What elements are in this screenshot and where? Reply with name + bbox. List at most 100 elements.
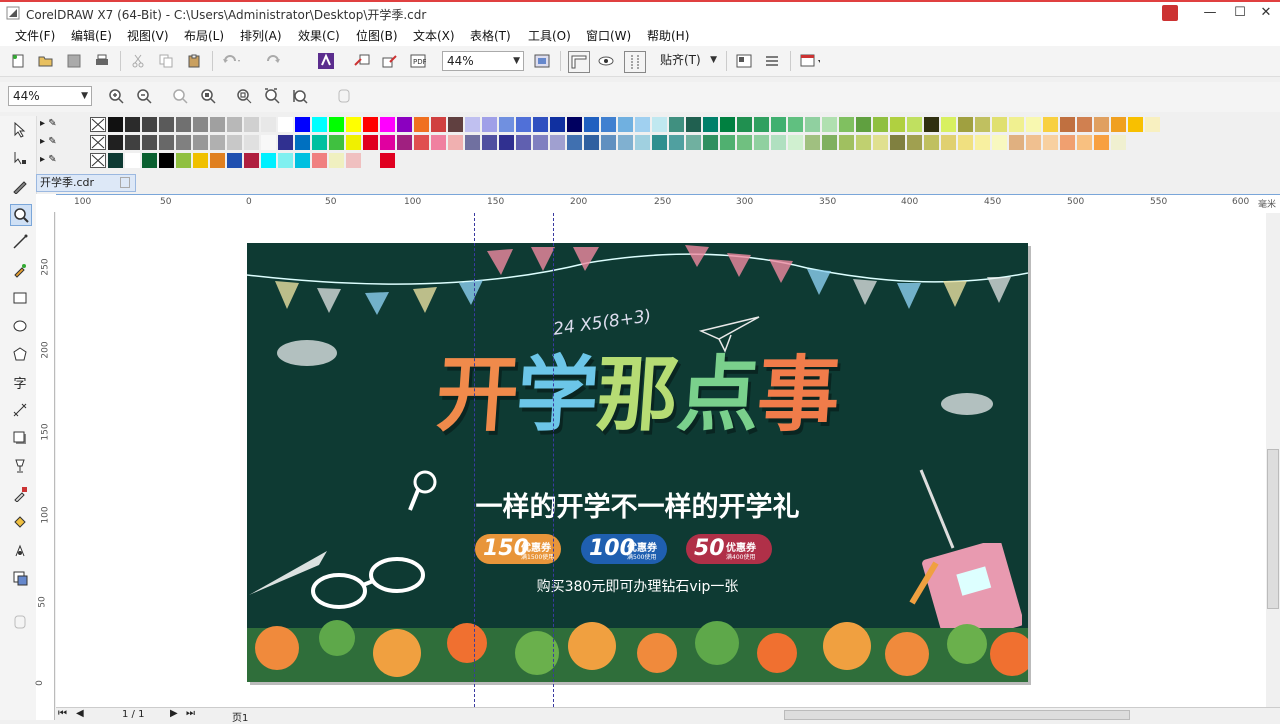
color-swatch[interactable] <box>176 135 192 150</box>
crop-tool[interactable] <box>10 176 30 196</box>
menu-bitmaps[interactable]: 位图(B) <box>356 27 398 44</box>
show-rulers-button[interactable] <box>568 51 590 73</box>
color-swatch[interactable] <box>907 117 923 132</box>
color-swatch[interactable] <box>227 153 243 168</box>
color-swatch[interactable] <box>397 135 413 150</box>
color-swatch[interactable] <box>108 135 124 150</box>
color-swatch[interactable] <box>941 135 957 150</box>
publish-pdf-button[interactable]: PDF <box>408 51 428 71</box>
color-swatch[interactable] <box>329 135 345 150</box>
menu-arrange[interactable]: 排列(A) <box>240 27 282 44</box>
color-swatch[interactable] <box>448 135 464 150</box>
color-swatch[interactable] <box>1077 117 1093 132</box>
color-eyedropper-tool[interactable] <box>10 484 30 504</box>
color-swatch[interactable] <box>244 135 260 150</box>
menu-file[interactable]: 文件(F) <box>15 27 55 44</box>
color-swatch[interactable] <box>482 135 498 150</box>
color-swatch[interactable] <box>261 117 277 132</box>
no-color-swatch[interactable] <box>90 117 106 132</box>
menu-layout[interactable]: 布局(L) <box>184 27 224 44</box>
color-swatch[interactable] <box>482 117 498 132</box>
menu-effects[interactable]: 效果(C) <box>298 27 340 44</box>
last-page-icon[interactable]: ⏭ <box>186 708 195 719</box>
color-swatch[interactable] <box>499 117 515 132</box>
color-swatch[interactable] <box>839 135 855 150</box>
color-swatch[interactable] <box>363 135 379 150</box>
undo-button[interactable] <box>222 51 242 71</box>
color-swatch[interactable] <box>210 117 226 132</box>
color-swatch[interactable] <box>380 153 396 168</box>
smart-fill-tool[interactable] <box>10 540 30 560</box>
color-swatch[interactable] <box>1026 117 1042 132</box>
color-swatch[interactable] <box>788 117 804 132</box>
paste-button[interactable] <box>184 51 204 71</box>
color-swatch[interactable] <box>516 135 532 150</box>
color-swatch[interactable] <box>499 135 515 150</box>
color-swatch[interactable] <box>873 117 889 132</box>
toolbox-grip[interactable] <box>10 612 30 632</box>
color-swatch[interactable] <box>227 117 243 132</box>
color-swatch[interactable] <box>312 117 328 132</box>
polygon-tool[interactable] <box>10 344 30 364</box>
color-swatch[interactable] <box>244 153 260 168</box>
palette-menu-icon[interactable]: ▸ ✎ <box>40 136 57 147</box>
panning-toolbar-grip[interactable] <box>334 86 354 106</box>
color-swatch[interactable] <box>312 153 328 168</box>
color-swatch[interactable] <box>788 135 804 150</box>
color-swatch[interactable] <box>822 135 838 150</box>
save-button[interactable] <box>64 51 84 71</box>
color-swatch[interactable] <box>1043 135 1059 150</box>
color-swatch[interactable] <box>1009 135 1025 150</box>
color-swatch[interactable] <box>1060 117 1076 132</box>
color-swatch[interactable] <box>431 117 447 132</box>
color-swatch[interactable] <box>159 153 175 168</box>
horizontal-scrollbar[interactable] <box>784 710 1130 720</box>
color-swatch[interactable] <box>380 135 396 150</box>
color-swatch[interactable] <box>618 117 634 132</box>
vertical-guideline[interactable] <box>553 213 554 707</box>
color-swatch[interactable] <box>975 117 991 132</box>
artboard-page[interactable]: 24 X5(8+3) 开学那点事 一样的开学不一样的开学礼 150 优惠券 满1… <box>247 243 1028 682</box>
full-screen-preview-button[interactable] <box>532 51 552 71</box>
print-button[interactable] <box>92 51 112 71</box>
color-swatch[interactable] <box>278 135 294 150</box>
color-swatch[interactable] <box>958 117 974 132</box>
color-swatch[interactable] <box>686 135 702 150</box>
outline-tool[interactable] <box>10 568 30 588</box>
color-swatch[interactable] <box>346 135 362 150</box>
color-swatch[interactable] <box>533 135 549 150</box>
color-swatch[interactable] <box>1009 117 1025 132</box>
zoom-to-selected-button[interactable] <box>170 86 190 106</box>
snap-to-dropdown[interactable]: 贴齐(T) ▼ <box>656 51 720 71</box>
color-swatch[interactable] <box>1077 135 1093 150</box>
color-swatch[interactable] <box>278 117 294 132</box>
cut-button[interactable] <box>128 51 148 71</box>
redo-button[interactable] <box>266 51 286 71</box>
color-swatch[interactable] <box>363 153 379 168</box>
new-document-button[interactable] <box>8 51 28 71</box>
drop-shadow-tool[interactable] <box>10 428 30 448</box>
show-guidelines-button[interactable] <box>624 51 646 73</box>
color-swatch[interactable] <box>1094 135 1110 150</box>
minimize-button[interactable]: — <box>1196 4 1224 22</box>
color-swatch[interactable] <box>448 117 464 132</box>
color-swatch[interactable] <box>193 117 209 132</box>
color-swatch[interactable] <box>125 117 141 132</box>
color-swatch[interactable] <box>1026 135 1042 150</box>
maximize-button[interactable]: ☐ <box>1226 4 1254 22</box>
color-swatch[interactable] <box>584 117 600 132</box>
color-swatch[interactable] <box>652 117 668 132</box>
prev-page-icon[interactable]: ◀ <box>76 708 84 719</box>
menu-window[interactable]: 窗口(W) <box>586 27 631 44</box>
horizontal-ruler[interactable]: 100 50 0 50 100 150 200 250 300 350 400 … <box>56 194 1280 214</box>
color-swatch[interactable] <box>805 135 821 150</box>
color-swatch[interactable] <box>142 135 158 150</box>
color-swatch[interactable] <box>159 135 175 150</box>
color-swatch[interactable] <box>737 135 753 150</box>
vertical-scrollbar[interactable] <box>1266 213 1280 707</box>
color-swatch[interactable] <box>261 135 277 150</box>
color-swatch[interactable] <box>873 135 889 150</box>
next-page-icon[interactable]: ▶ <box>170 708 178 719</box>
color-swatch[interactable] <box>1145 117 1161 132</box>
color-swatch[interactable] <box>839 117 855 132</box>
